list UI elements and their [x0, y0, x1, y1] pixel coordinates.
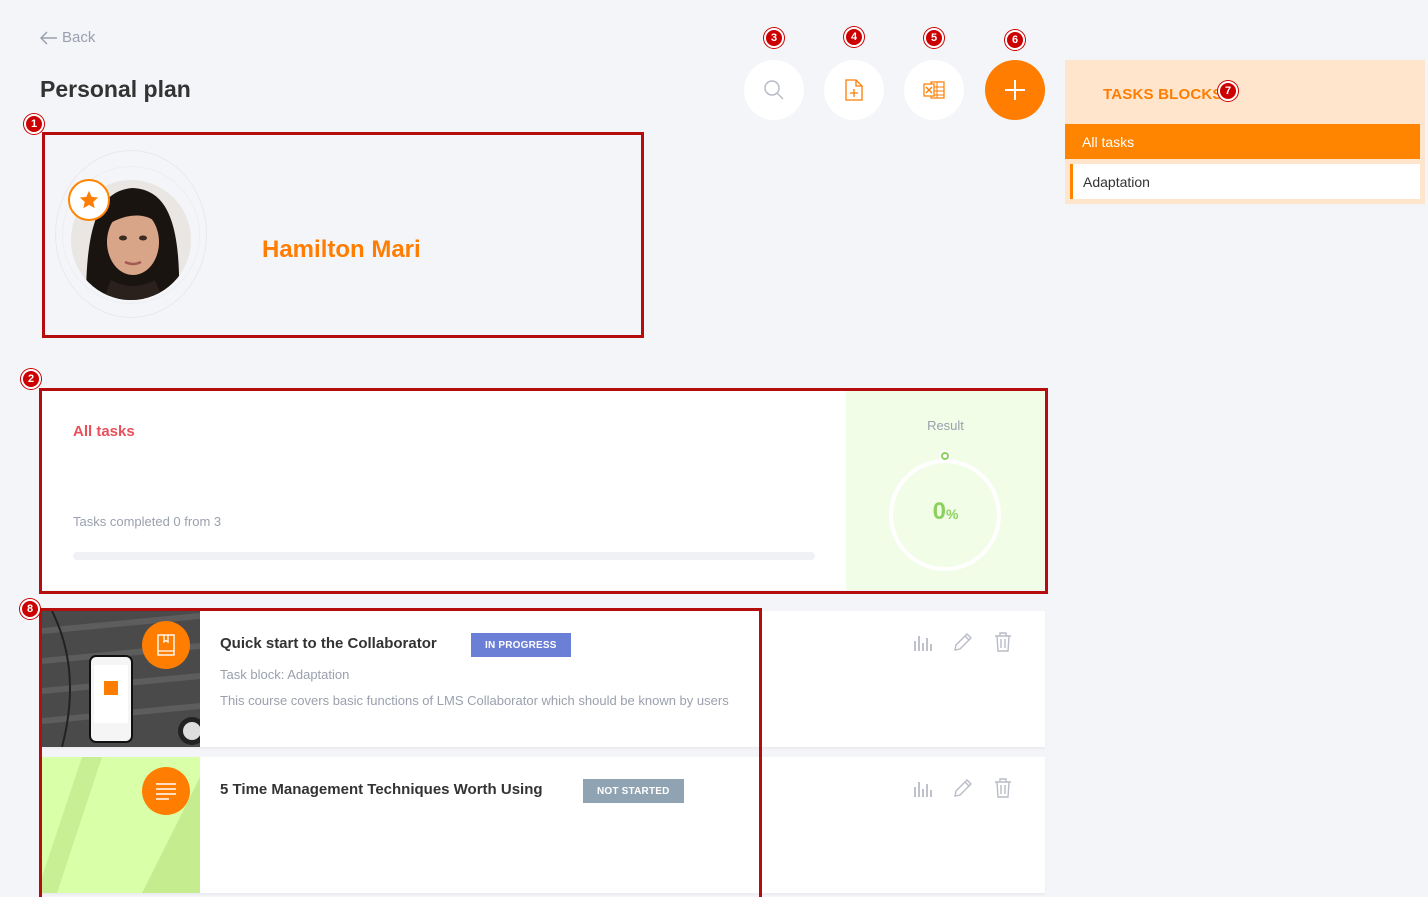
add-task-button[interactable]: [985, 60, 1045, 120]
progress-bar: [73, 552, 815, 560]
star-icon: [79, 190, 99, 209]
status-badge: NOT STARTED: [583, 779, 684, 803]
task-type-badge: [142, 767, 190, 815]
edit-button[interactable]: [952, 777, 974, 799]
callout-badge: 5: [924, 28, 944, 48]
bar-chart-icon: [914, 782, 932, 797]
tasks-block-item-adaptation[interactable]: Adaptation: [1070, 164, 1420, 199]
statistics-button[interactable]: [912, 777, 934, 799]
result-value: 0%: [846, 498, 1045, 526]
arrow-left-icon: [40, 30, 57, 45]
callout-badge: 2: [21, 369, 41, 389]
task-block-label: Task block: Adaptation: [220, 667, 350, 682]
plus-icon: [1005, 80, 1025, 100]
tasks-blocks-title: TASKS BLOCKS: [1103, 86, 1223, 103]
pencil-icon: [954, 633, 972, 651]
bar-chart-icon: [914, 636, 932, 651]
callout-badge: 8: [20, 599, 40, 619]
search-button[interactable]: [744, 60, 804, 120]
book-icon: [157, 634, 175, 656]
task-thumbnail: [42, 757, 200, 893]
result-label: Result: [927, 418, 964, 433]
callout-badge: 4: [844, 27, 864, 47]
callout-badge: 7: [1218, 81, 1238, 101]
callout-badge: 1: [24, 114, 44, 134]
task-card[interactable]: Quick start to the Collaborator IN PROGR…: [42, 611, 1045, 747]
result-unit: %: [945, 506, 959, 522]
trash-icon: [995, 632, 1011, 652]
delete-button[interactable]: [992, 631, 1014, 653]
back-label: Back: [62, 29, 96, 46]
tasks-block-item-all[interactable]: All tasks: [1065, 124, 1420, 159]
task-card[interactable]: 5 Time Management Techniques Worth Using…: [42, 757, 1045, 893]
task-thumbnail: [42, 611, 200, 747]
document-lines-icon: [156, 783, 176, 800]
trash-icon: [995, 778, 1011, 798]
status-badge: IN PROGRESS: [471, 633, 571, 657]
user-name: Hamilton Mari: [262, 236, 421, 263]
export-excel-button[interactable]: [904, 60, 964, 120]
task-type-badge: [142, 621, 190, 669]
add-file-icon: [845, 79, 863, 101]
add-file-button[interactable]: [824, 60, 884, 120]
callout-badge: 6: [1005, 30, 1025, 50]
edit-button[interactable]: [952, 631, 974, 653]
callout-badge: 3: [764, 28, 784, 48]
progress-subtitle: Tasks completed 0 from 3: [73, 514, 222, 529]
search-icon: [764, 80, 784, 100]
task-actions: [912, 777, 1014, 799]
result-number: 0: [932, 498, 946, 525]
delete-button[interactable]: [992, 777, 1014, 799]
task-title[interactable]: Quick start to the Collaborator: [220, 635, 437, 652]
statistics-button[interactable]: [912, 631, 934, 653]
progress-title: All tasks: [73, 423, 135, 440]
favorite-badge: [68, 179, 110, 221]
page-title: Personal plan: [40, 76, 191, 102]
excel-icon: [923, 81, 945, 99]
pencil-icon: [954, 779, 972, 797]
task-actions: [912, 631, 1014, 653]
back-link[interactable]: Back: [40, 29, 95, 46]
task-description: This course covers basic functions of LM…: [220, 693, 729, 708]
task-title[interactable]: 5 Time Management Techniques Worth Using: [220, 781, 543, 798]
